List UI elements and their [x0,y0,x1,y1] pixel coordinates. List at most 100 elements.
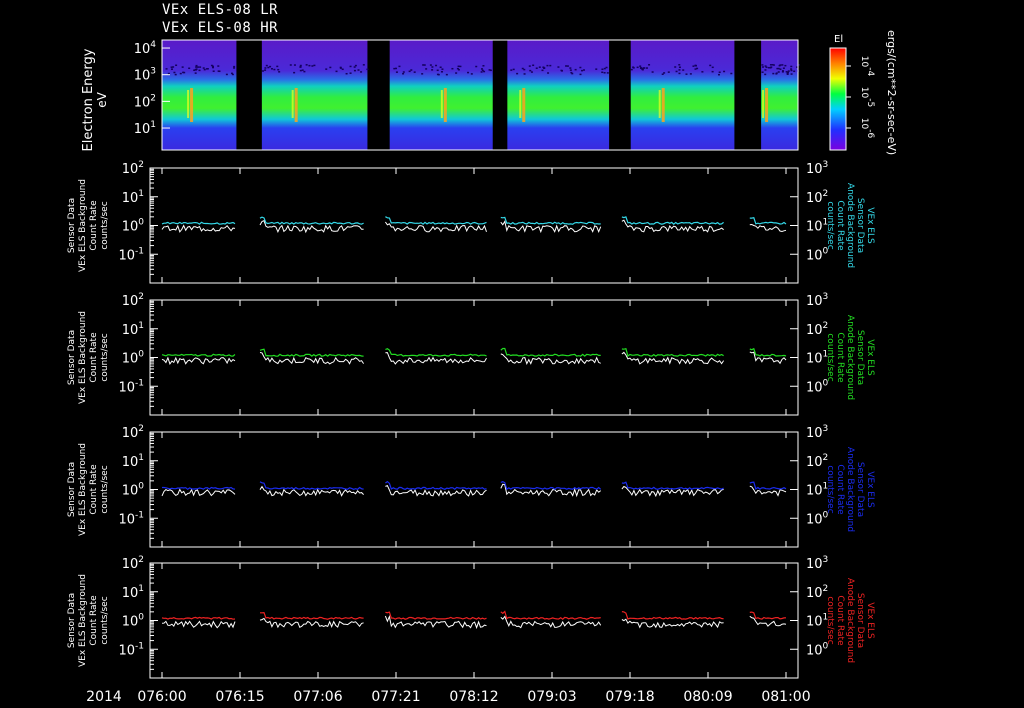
right-ytick-label-base: 10 [806,162,823,177]
colored-count-rate-line [385,611,487,620]
right-axis-label: VEx ELS [865,471,875,508]
left-ytick-label-base: 10 [122,557,139,572]
spectrogram-speckle [711,66,714,69]
colorbar [829,47,847,151]
spectrogram-ytick-label-base: 10 [134,95,151,110]
spectrogram-speckle [775,72,778,74]
colorbar-tick-label: 10-6 [859,118,875,139]
left-axis-label: Count Rate [89,595,99,646]
white-count-rate-line [259,352,365,365]
spectrogram-ytick-label: 103 [134,67,156,84]
spectrogram-speckle [345,72,348,75]
left-axis-label: Sensor Data [67,593,77,648]
spectrogram-segment [261,40,368,150]
spectrogram-speckle [523,73,526,75]
spectrogram-speckle [569,67,572,69]
white-count-rate-line [259,617,364,629]
count-rate-panel: 10210110010-1103102101100Sensor Data VEx … [67,555,875,679]
left-ytick-label-exp: 2 [138,160,144,170]
spectrogram-speckle [233,65,236,68]
colored-count-rate-line [500,347,601,357]
spectrogram-speckle [402,72,405,75]
spectrogram-speckle [311,65,314,67]
spectrogram-speckle [675,70,678,73]
spectrogram-speckle [779,68,782,70]
right-axis-label: Anode Background [845,183,855,268]
spectrogram-speckle [165,68,168,70]
colored-count-rate-line [621,216,724,225]
spectrogram-speckle [765,66,768,69]
spectrogram-speckle [549,64,552,67]
spectrogram-speckle [354,64,357,67]
left-ytick-label-base: 10 [118,643,135,658]
colored-count-rate-line [621,481,724,490]
spectrogram-speckle [480,68,483,70]
line-panels: 10210110010-1103102101100Sensor Data VEx … [67,160,875,679]
spectrogram-hotspot [440,90,443,118]
spectrogram-speckle [674,66,677,68]
spectrogram-speckle [528,65,531,67]
right-ytick-label-base: 10 [806,643,823,658]
spectrogram-speckle [582,69,585,71]
colorbar-unit: ergs/(cm**2-sr-sec-eV) [885,30,898,155]
colored-count-rate-line [621,347,724,358]
spectrogram-hotspot [443,88,447,122]
count-rate-panel: 10210110010-1103102101100Sensor Data VEx … [67,424,875,548]
plot-canvas: 101102103104Electron Energy eVEl10-410-51… [67,30,898,705]
left-ytick-label-base: 10 [122,455,139,470]
white-count-rate-line [161,620,236,629]
right-ytick-label-base: 10 [806,220,823,235]
spectrogram-speckle [195,68,198,70]
spectrogram-speckle [570,71,573,74]
spectrogram-speckle [678,64,681,66]
spectrogram-speckle [761,71,764,73]
spectrogram-speckle [398,65,401,68]
colored-count-rate-line [749,481,787,490]
left-ytick-label: 102 [122,292,144,309]
spectrogram-speckle [661,73,664,75]
spectrogram-speckle [264,69,267,71]
left-ytick-label-base: 10 [122,323,139,338]
spectrogram-speckle [170,68,173,70]
spectrogram-speckle [421,73,424,75]
left-ytick-label: 100 [122,218,145,235]
spectrogram-speckle [431,66,434,68]
left-ytick-label: 10-1 [118,246,144,263]
spectrogram-hotspot [661,88,665,122]
left-ytick-label: 100 [122,350,145,367]
spectrogram-speckle [651,71,654,73]
spectrogram-speckle [439,66,442,69]
spectrogram-speckle [408,70,411,73]
spectrogram-speckle [436,69,439,72]
left-ytick-label-base: 10 [122,484,139,499]
spectrogram-ytick-label-base: 10 [134,42,151,57]
white-count-rate-line [161,488,236,497]
spectrogram-speckle [636,66,639,69]
colored-count-rate-line [749,347,787,357]
spectrogram-hotspot [765,88,769,122]
spectrogram-speckle [211,66,214,69]
right-ytick-label: 103 [806,424,828,441]
spectrogram-speckle [455,72,458,74]
spectrogram-speckle [535,67,538,69]
spectrogram-speckle [393,67,396,70]
time-tick-label: 078:12 [449,689,498,705]
spectrogram-ytick-label-exp: 1 [150,120,156,130]
spectrogram-speckle [366,68,369,71]
time-tick-label: 077:21 [371,689,420,705]
left-ytick-label-exp: -1 [135,246,144,256]
colored-count-rate-line [385,480,487,490]
spectrogram-segment [162,40,237,150]
colored-count-rate-line [500,216,601,225]
spectrogram-speckle [632,66,635,68]
spectrogram-yunit: eV [95,91,109,107]
colorbar-tick-label-base: 10 [859,118,869,130]
spectrogram-speckle [217,70,220,72]
spectrogram-speckle [678,69,681,71]
right-ytick-label-base: 10 [806,615,823,630]
count-rate-panel: 10210110010-1103102101100Sensor Data VEx … [67,160,875,284]
colorbar-tick-label-base: 10 [859,56,869,68]
spectrogram-speckle [761,66,764,68]
spectrogram-speckle [362,64,365,66]
right-axis-label: counts/sec [825,201,835,249]
